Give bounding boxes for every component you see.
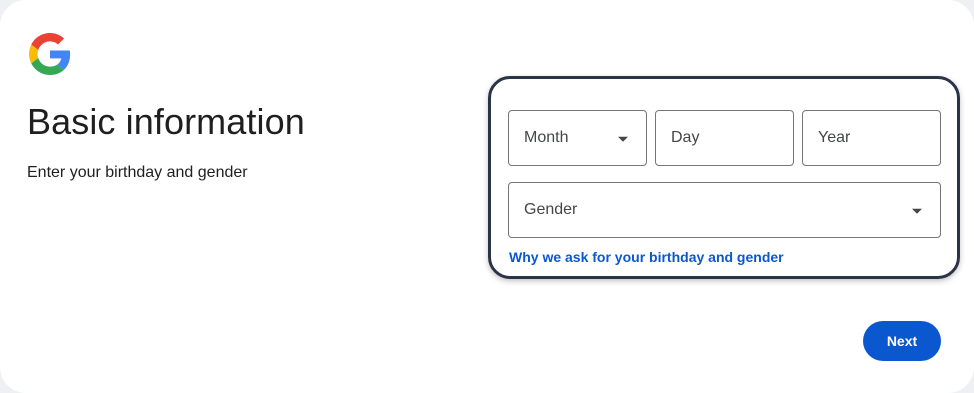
page-subtitle: Enter your birthday and gender [27,164,248,181]
day-input[interactable]: Day [655,110,794,166]
why-we-ask-link[interactable]: Why we ask for your birthday and gender [509,249,784,265]
gender-select[interactable]: Gender [508,182,941,238]
next-button[interactable]: Next [863,321,941,361]
page-title: Basic information [27,101,305,142]
google-g-icon [29,33,71,75]
year-input-placeholder: Year [818,129,851,146]
month-select[interactable]: Month [508,110,647,166]
dropdown-caret-icon [912,208,922,214]
year-input[interactable]: Year [802,110,941,166]
day-input-placeholder: Day [671,129,700,146]
gender-select-label: Gender [524,201,578,218]
month-select-label: Month [524,129,569,146]
dropdown-caret-icon [618,136,628,142]
signup-card: Basic information Enter your birthday an… [0,0,974,393]
